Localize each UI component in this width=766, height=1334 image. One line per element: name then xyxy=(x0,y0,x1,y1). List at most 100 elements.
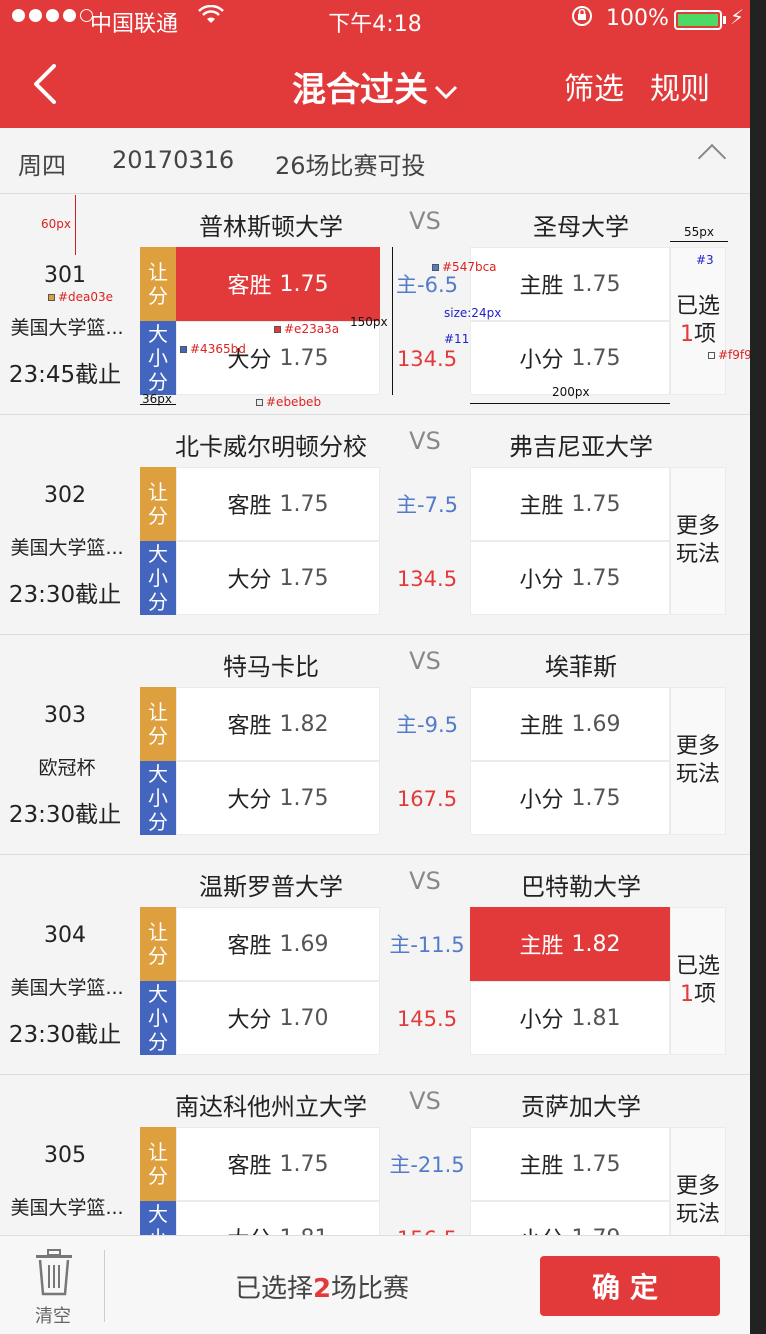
selection-count: 2 xyxy=(312,1274,332,1304)
over-option[interactable]: 大分 1.81 xyxy=(176,1201,380,1235)
option-label: 主胜 xyxy=(519,934,564,959)
more-label: 更多玩法 xyxy=(675,734,720,787)
away-win-option[interactable]: 客胜 1.69 xyxy=(176,907,380,981)
match-row: 302 美国大学篮... 23:30截止 北卡威尔明顿分校 VS 弗吉尼亚大学 … xyxy=(0,415,750,635)
more-options-button[interactable]: 更多玩法 xyxy=(670,467,726,615)
match-row: 304 美国大学篮... 23:30截止 温斯罗普大学 VS 巴特勒大学 让分 … xyxy=(0,855,750,1075)
selected-suffix: 项 xyxy=(693,982,716,1007)
away-win-option[interactable]: 客胜 1.75 xyxy=(176,1127,380,1201)
date-bar[interactable]: 周四 20170316 26场比赛可投 xyxy=(0,128,750,194)
deadline: 23:30截止 xyxy=(8,582,122,608)
trash-icon[interactable] xyxy=(34,1248,74,1300)
bottom-bar: 清空 已选择2场比赛 确定 xyxy=(0,1235,750,1334)
over-option[interactable]: 大分 1.75 xyxy=(176,761,380,835)
option-odds: 1.75 xyxy=(571,565,621,591)
annotation-line xyxy=(75,195,76,255)
selection-prefix: 已选择 xyxy=(234,1274,313,1304)
annotation-label: 60px xyxy=(41,217,71,231)
over-option[interactable]: 大分 1.70 xyxy=(176,981,380,1055)
home-win-option[interactable]: 主胜 1.75 xyxy=(470,467,670,541)
under-option[interactable]: 小分 1.75 xyxy=(470,321,670,395)
color-swatch xyxy=(432,264,439,271)
total-tag: 大小分 xyxy=(140,981,176,1055)
match-number: 304 xyxy=(44,923,86,948)
confirm-button[interactable]: 确定 xyxy=(540,1256,720,1316)
away-team: 巴特勒大学 xyxy=(521,873,641,901)
match-row: 305 美国大学篮... 南达科他州立大学 VS 贡萨加大学 让分 大小分 客胜… xyxy=(0,1075,750,1235)
option-odds: 1.69 xyxy=(571,711,621,737)
annotation-label: #ebebeb xyxy=(256,395,321,409)
under-option[interactable]: 小分 1.79 xyxy=(470,1201,670,1235)
total-value: 134.5 xyxy=(396,567,458,591)
deadline: 23:30截止 xyxy=(8,802,122,828)
divider xyxy=(104,1250,105,1322)
handicap-tag-label: 让分 xyxy=(148,260,168,308)
annotation-label: #e23a3a xyxy=(274,322,339,336)
home-win-option[interactable]: 主胜 1.75 xyxy=(470,1127,670,1201)
annotation-label: 200px xyxy=(552,385,590,399)
under-option[interactable]: 小分 1.75 xyxy=(470,761,670,835)
option-label: 小分 xyxy=(519,348,564,373)
rules-button[interactable]: 规则 xyxy=(650,64,710,108)
page-title[interactable]: 混合过关 xyxy=(0,62,750,111)
total-tag: 大小分 xyxy=(140,321,176,395)
under-option[interactable]: 小分 1.75 xyxy=(470,541,670,615)
away-team: 圣母大学 xyxy=(533,213,629,241)
total-tag: 大小分 xyxy=(140,1201,176,1235)
selected-count-button[interactable]: 已选 1项 xyxy=(670,247,726,395)
option-label: 客胜 xyxy=(227,934,272,959)
vs-label: VS xyxy=(409,867,441,895)
color-swatch xyxy=(708,352,715,359)
filter-button[interactable]: 筛选 xyxy=(564,64,624,108)
vs-label: VS xyxy=(409,207,441,235)
under-option[interactable]: 小分 1.81 xyxy=(470,981,670,1055)
option-label: 大分 xyxy=(227,788,272,813)
total-tag: 大小分 xyxy=(140,541,176,615)
more-options-button[interactable]: 更多玩法 xyxy=(670,687,726,835)
total-value: 145.5 xyxy=(396,1007,458,1031)
match-number: 305 xyxy=(44,1143,86,1168)
weekday: 周四 xyxy=(18,152,66,180)
clear-button[interactable]: 清空 xyxy=(22,1302,84,1328)
option-label: 客胜 xyxy=(227,274,272,299)
deadline: 23:45截止 xyxy=(8,362,122,388)
away-team: 弗吉尼亚大学 xyxy=(509,433,653,461)
total-tag-label: 大小分 xyxy=(148,982,168,1054)
option-label: 主胜 xyxy=(519,1154,564,1179)
option-odds: 1.82 xyxy=(571,931,621,957)
annotation-label: #4365bd xyxy=(180,342,246,356)
selected-count-button[interactable]: 已选 1项 xyxy=(670,907,726,1055)
option-odds: 1.75 xyxy=(571,785,621,811)
handicap-tag: 让分 xyxy=(140,687,176,761)
option-odds: 1.75 xyxy=(571,271,621,297)
handicap-tag-label: 让分 xyxy=(148,1140,168,1188)
option-label: 大分 xyxy=(228,1222,272,1235)
battery-percent: 100% xyxy=(606,6,669,31)
away-win-option[interactable]: 客胜 1.82 xyxy=(176,687,380,761)
selected-prefix: 已选 xyxy=(675,954,720,979)
total-value: 134.5 xyxy=(396,347,458,371)
annotation-label: #f9f9f9 xyxy=(708,348,750,362)
handicap-tag-label: 让分 xyxy=(148,700,168,748)
color-swatch xyxy=(256,399,263,406)
annotation-label: 36px xyxy=(142,392,172,406)
annotation-label: #11 xyxy=(444,332,470,346)
annotation-label: size:24px xyxy=(444,306,502,320)
scrollbar[interactable] xyxy=(750,0,766,1334)
annotation-line xyxy=(392,247,393,395)
home-win-option[interactable]: 主胜 1.82 xyxy=(470,907,670,981)
match-row: 303 欧冠杯 23:30截止 特马卡比 VS 埃菲斯 让分 大小分 客胜 1.8… xyxy=(0,635,750,855)
away-win-option[interactable]: 客胜 1.75 xyxy=(176,467,380,541)
option-odds: 1.70 xyxy=(279,1005,329,1031)
match-row: 301 美国大学篮... 23:45截止 普林斯顿大学 VS 圣母大学 让分 大… xyxy=(0,195,750,415)
away-win-option[interactable]: 客胜 1.75 xyxy=(176,247,380,321)
home-team: 特马卡比 xyxy=(223,653,319,681)
match-number: 301 xyxy=(44,263,86,288)
handicap-value: 主-11.5 xyxy=(389,933,465,957)
rotation-lock-icon xyxy=(570,4,594,34)
chevron-up-icon[interactable] xyxy=(697,143,727,173)
over-option[interactable]: 大分 1.75 xyxy=(176,541,380,615)
home-win-option[interactable]: 主胜 1.69 xyxy=(470,687,670,761)
total-tag-label: 大小分 xyxy=(148,322,168,394)
more-options-button[interactable]: 更多玩法 xyxy=(670,1127,726,1235)
